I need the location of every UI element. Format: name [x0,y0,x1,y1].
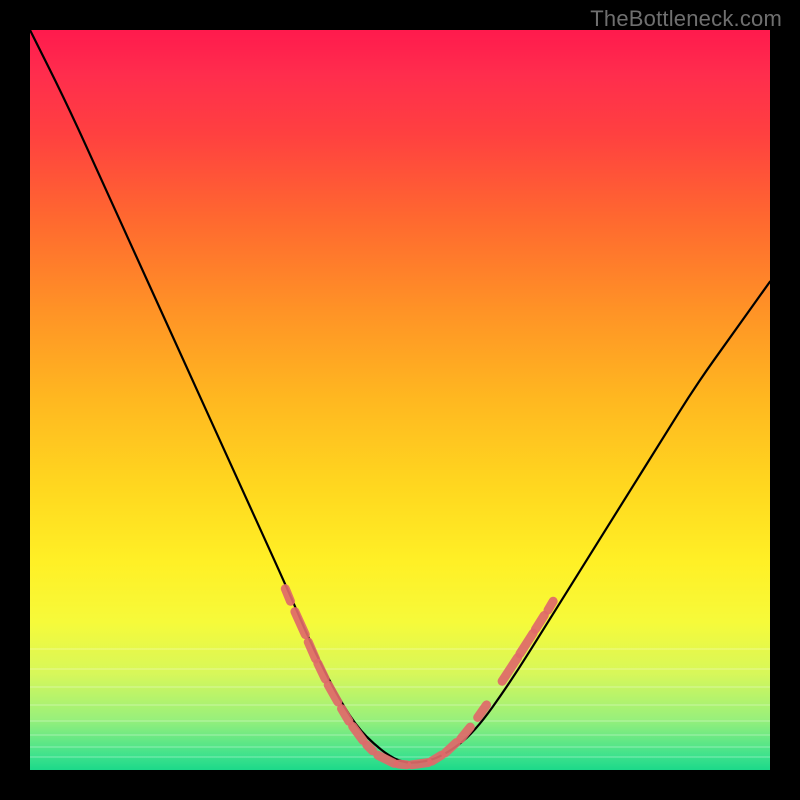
curve-svg [30,30,770,770]
highlight-dash [445,743,456,753]
curve-path [30,30,770,763]
highlight-dash [342,709,349,722]
plot-area [30,30,770,770]
highlight-dash [432,755,442,761]
highlight-dash [285,589,290,602]
highlight-dash [353,726,363,740]
highlight-dash [548,601,553,610]
highlight-dash [367,745,373,751]
highlight-dash [399,764,407,765]
highlight-dash [308,642,315,659]
chart-frame: TheBottleneck.com [0,0,800,800]
watermark-text: TheBottleneck.com [590,6,782,32]
highlight-dash [295,612,305,635]
highlight-dash [318,663,325,679]
highlight-dash [328,685,338,702]
bottleneck-curve [30,30,770,763]
highlight-dash [535,615,544,629]
highlight-dash [412,763,428,765]
highlight-dash [502,658,518,682]
